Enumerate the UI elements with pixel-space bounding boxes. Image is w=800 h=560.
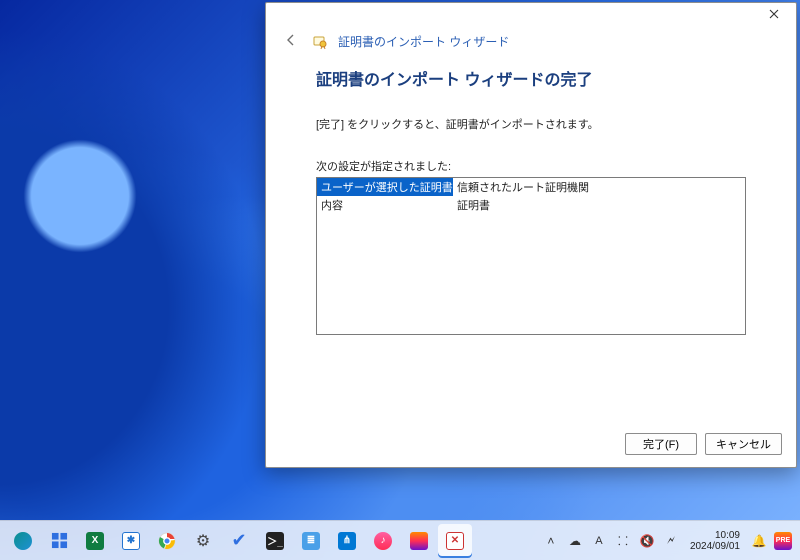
- terminal-icon: ＞_: [266, 532, 284, 550]
- taskbar: X ✱ ⚙ ✔ ＞_ ≣ ⋔ ♪ ✕ ˄ ☁ A ⸬ 🔇 🗲 10:09 202…: [0, 520, 800, 560]
- battery-icon: 🗲: [667, 533, 675, 548]
- back-arrow-icon: [284, 33, 298, 47]
- gear-icon: ⚙: [196, 531, 210, 551]
- dialog-button-row: 完了(F) キャンセル: [625, 433, 782, 455]
- taskbar-terminal[interactable]: ＞_: [258, 524, 292, 558]
- wizard-instruction: [完了] をクリックすると、証明書がインポートされます。: [316, 116, 746, 132]
- notepad-icon: ≣: [302, 532, 320, 550]
- close-icon: [769, 9, 779, 19]
- taskbar-itunes[interactable]: ♪: [366, 524, 400, 558]
- clock-time: 10:09: [690, 530, 740, 541]
- wizard-page-title: 証明書のインポート ウィザードの完了: [316, 66, 746, 90]
- cloud-icon: ☁: [569, 534, 581, 548]
- back-button[interactable]: [280, 31, 302, 52]
- taskbar-chrome[interactable]: [150, 524, 184, 558]
- bell-icon: 🔔: [752, 534, 767, 548]
- edge-icon: [14, 532, 32, 550]
- taskbar-edge[interactable]: [6, 524, 40, 558]
- taskbar-excel[interactable]: X: [78, 524, 112, 558]
- wizard-content: 証明書のインポート ウィザードの完了 [完了] をクリックすると、証明書がインポ…: [266, 60, 796, 335]
- dialog-titlebar: [266, 3, 796, 29]
- taskbar-certmgr-active[interactable]: ✕: [438, 524, 472, 558]
- windows-start-icon: [51, 532, 68, 549]
- settings-specified-label: 次の設定が指定されました:: [316, 158, 746, 174]
- clock-date: 2024/09/01: [690, 541, 740, 552]
- wizard-breadcrumb: 証明書のインポート ウィザード: [338, 33, 509, 50]
- settings-row-value: 信頼されたルート証明機関: [453, 178, 745, 196]
- ime-icon: A: [595, 535, 602, 547]
- chrome-icon: [158, 532, 176, 550]
- tray-battery[interactable]: 🗲: [662, 529, 680, 553]
- wifi-icon: ⸬: [618, 532, 628, 549]
- tray-overflow[interactable]: ˄: [542, 529, 560, 553]
- vscode-icon: ⋔: [338, 532, 356, 550]
- settings-row-key: ユーザーが選択した証明書ストア: [317, 178, 453, 196]
- music-icon: ♪: [374, 532, 392, 550]
- tray-volume[interactable]: 🔇: [638, 529, 656, 553]
- colored-app-icon: [410, 532, 428, 550]
- taskbar-app[interactable]: [402, 524, 436, 558]
- taskbar-defender[interactable]: ✱: [114, 524, 148, 558]
- settings-row-key: 内容: [317, 196, 453, 214]
- system-tray: ˄ ☁ A ⸬ 🔇 🗲 10:09 2024/09/01 🔔 PRE: [542, 529, 792, 553]
- finish-button[interactable]: 完了(F): [625, 433, 697, 455]
- check-icon: ✔: [231, 530, 246, 551]
- taskbar-todo[interactable]: ✔: [222, 524, 256, 558]
- close-button[interactable]: [754, 3, 794, 25]
- tray-wifi[interactable]: ⸬: [614, 529, 632, 553]
- tray-notifications[interactable]: 🔔: [750, 529, 768, 553]
- tray-copilot[interactable]: PRE: [774, 529, 792, 553]
- wizard-header-row: 証明書のインポート ウィザード: [266, 29, 796, 60]
- taskbar-clock[interactable]: 10:09 2024/09/01: [686, 530, 744, 552]
- certificate-import-wizard-dialog: 証明書のインポート ウィザード 証明書のインポート ウィザードの完了 [完了] …: [265, 2, 797, 468]
- copilot-icon: PRE: [774, 532, 792, 550]
- taskbar-start[interactable]: [42, 524, 76, 558]
- taskbar-settings[interactable]: ⚙: [186, 524, 220, 558]
- settings-listview[interactable]: ユーザーが選択した証明書ストア 信頼されたルート証明機関 内容 証明書: [316, 177, 746, 335]
- certificate-icon: [312, 34, 328, 50]
- shield-icon: ✱: [122, 532, 140, 550]
- settings-row-value: 証明書: [453, 196, 745, 214]
- taskbar-vscode[interactable]: ⋔: [330, 524, 364, 558]
- excel-icon: X: [86, 532, 104, 550]
- tray-ime[interactable]: A: [590, 529, 608, 553]
- volume-mute-icon: 🔇: [639, 534, 654, 548]
- chevron-up-icon: ˄: [547, 534, 554, 548]
- taskbar-apps: X ✱ ⚙ ✔ ＞_ ≣ ⋔ ♪ ✕: [6, 524, 472, 558]
- settings-row[interactable]: ユーザーが選択した証明書ストア 信頼されたルート証明機関: [317, 178, 745, 196]
- settings-row[interactable]: 内容 証明書: [317, 196, 745, 214]
- desktop-background: 証明書のインポート ウィザード 証明書のインポート ウィザードの完了 [完了] …: [0, 0, 800, 560]
- cancel-button[interactable]: キャンセル: [705, 433, 782, 455]
- tray-onedrive[interactable]: ☁: [566, 529, 584, 553]
- cert-app-icon: ✕: [446, 532, 464, 550]
- taskbar-notepad[interactable]: ≣: [294, 524, 328, 558]
